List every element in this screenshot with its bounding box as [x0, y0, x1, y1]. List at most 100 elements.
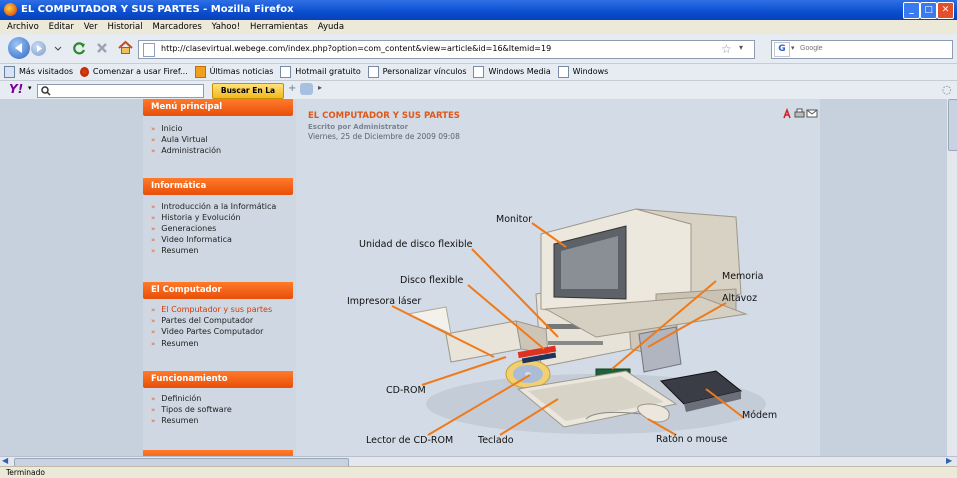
bullet-icon: »: [151, 247, 156, 255]
back-button[interactable]: [8, 37, 30, 59]
scroll-left-icon[interactable]: ◀: [2, 456, 8, 465]
bookmarks-toolbar: Más visitados Comenzar a usar Firef... Ú…: [0, 64, 957, 81]
chevron-down-icon: [54, 46, 62, 51]
window-title: EL COMPUTADOR Y SUS PARTES - Mozilla Fir…: [21, 4, 294, 15]
menu-header-principal: Menú principal: [143, 99, 293, 116]
menu-item-generaciones[interactable]: » Generaciones: [151, 224, 216, 233]
page-icon: [557, 65, 569, 78]
menu-archivo[interactable]: Archivo: [7, 22, 39, 32]
bullet-icon: »: [151, 214, 156, 222]
menu-item-definicion[interactable]: » Definición: [151, 394, 201, 403]
menu-item-aula-virtual[interactable]: » Aula Virtual: [151, 135, 208, 144]
menu-herramientas[interactable]: Herramientas: [250, 22, 308, 32]
yahoo-logo[interactable]: Y!: [9, 82, 23, 96]
left-menu-column: Menú principal » Inicio » Aula Virtual » Ad…: [143, 99, 296, 456]
bookmark-windows-media[interactable]: Windows Media: [488, 67, 550, 76]
reload-button[interactable]: [71, 40, 87, 59]
stop-icon: [97, 43, 107, 53]
stop-button[interactable]: [94, 40, 110, 59]
yahoo-search-button[interactable]: Buscar En La Web: [212, 83, 284, 109]
forward-button[interactable]: [31, 41, 46, 56]
menu-header-funcionamiento: Funcionamiento: [143, 371, 293, 388]
page-icon: [143, 43, 155, 57]
address-bar[interactable]: http://clasevirtual.webege.com/index.php…: [138, 40, 755, 59]
close-button[interactable]: ✕: [937, 2, 954, 19]
bullet-icon: »: [151, 317, 156, 325]
history-dropdown[interactable]: [53, 42, 63, 54]
bookmark-mas-visitados[interactable]: Más visitados: [19, 67, 73, 76]
bullet-icon: »: [151, 147, 156, 155]
yahoo-mail-icon[interactable]: [300, 83, 313, 95]
bookmark-hotmail[interactable]: Hotmail gratuito: [295, 67, 360, 76]
page-icon: [280, 65, 292, 78]
label-monitor: Monitor: [496, 214, 533, 225]
menu-item-historia[interactable]: » Historia y Evolución: [151, 213, 241, 222]
bullet-icon: »: [151, 125, 156, 133]
google-engine-icon[interactable]: G: [774, 42, 790, 57]
status-bar: Terminado: [0, 466, 957, 478]
menu-item-partes-computador[interactable]: » Partes del Computador: [151, 316, 253, 325]
url-dropdown-icon[interactable]: ▾: [739, 43, 743, 52]
bullet-icon: »: [151, 417, 156, 425]
menu-item-video-partes[interactable]: » Video Partes Computador: [151, 327, 263, 336]
yahoo-settings-icon[interactable]: ◌: [942, 83, 952, 96]
menu-header-informatica: Informática: [143, 178, 293, 195]
label-lector-cd: Lector de CD-ROM: [366, 435, 454, 446]
menu-ver[interactable]: Ver: [84, 22, 98, 32]
bookmark-windows[interactable]: Windows: [573, 67, 609, 76]
menu-editar[interactable]: Editar: [49, 22, 74, 32]
cd-disc-image: [505, 359, 551, 389]
label-modem: Módem: [742, 410, 778, 421]
search-box[interactable]: G ▾: [771, 40, 953, 59]
bookmark-personalizar[interactable]: Personalizar vínculos: [383, 67, 467, 76]
yahoo-dropdown-icon[interactable]: ▾: [28, 84, 32, 92]
article-content: EL COMPUTADOR Y SUS PARTES Escrito por A…: [296, 99, 820, 456]
menu-item-computador-partes[interactable]: » El Computador y sus partes: [151, 305, 272, 314]
bookmark-ultimas-noticias[interactable]: Últimas noticias: [210, 67, 274, 76]
bullet-icon: »: [151, 236, 156, 244]
menu-item-video-informatica[interactable]: » Video Informatica: [151, 235, 232, 244]
vertical-scrollbar[interactable]: [947, 99, 957, 456]
engine-dropdown-icon[interactable]: ▾: [791, 44, 795, 52]
label-cd-rom: CD-ROM: [386, 385, 426, 396]
star-bookmark-icon[interactable]: ☆: [721, 42, 732, 56]
menu-item-resumen-informatica[interactable]: » Resumen: [151, 246, 198, 255]
url-text: http://clasevirtual.webege.com/index.php…: [161, 44, 552, 53]
menu-item-resumen-funcionamiento[interactable]: » Resumen: [151, 416, 198, 425]
label-raton: Ratón o mouse: [656, 434, 728, 445]
search-icon: [41, 86, 51, 96]
yahoo-more-icon[interactable]: ▸: [318, 83, 322, 92]
menu-ayuda[interactable]: Ayuda: [318, 22, 344, 32]
label-teclado: Teclado: [478, 435, 514, 446]
menu-marcadores[interactable]: Marcadores: [153, 22, 202, 32]
vertical-scroll-thumb[interactable]: [948, 99, 957, 151]
scroll-right-icon[interactable]: ▶: [946, 456, 952, 465]
menu-historial[interactable]: Historial: [107, 22, 142, 32]
bullet-icon: »: [151, 328, 156, 336]
bullet-icon: »: [151, 395, 156, 403]
speaker-image: [638, 326, 682, 373]
search-input[interactable]: [800, 42, 948, 55]
label-unidad-disco: Unidad de disco flexible: [359, 239, 473, 250]
bullet-icon: »: [151, 340, 156, 348]
yahoo-add-icon[interactable]: +: [288, 83, 296, 94]
minimize-button[interactable]: _: [903, 2, 920, 19]
bookmark-comenzar[interactable]: Comenzar a usar Firef...: [93, 67, 188, 76]
firefox-logo-icon: [4, 3, 17, 16]
menu-item-resumen-computador[interactable]: » Resumen: [151, 339, 198, 348]
bullet-icon: »: [151, 203, 156, 211]
menu-item-introduccion[interactable]: » Introducción a la Informática: [151, 202, 276, 211]
menu-item-tipos-software[interactable]: » Tipos de software: [151, 405, 232, 414]
bullet-icon: »: [151, 136, 156, 144]
menu-header-computador: El Computador: [143, 282, 293, 299]
menu-item-inicio[interactable]: » Inicio: [151, 124, 182, 133]
menu-item-administracion[interactable]: » Administración: [151, 146, 221, 155]
most-visited-icon: [4, 65, 15, 78]
menu-yahoo[interactable]: Yahoo!: [212, 22, 240, 32]
maximize-button[interactable]: □: [920, 2, 937, 19]
bullet-icon: »: [151, 306, 156, 314]
home-button[interactable]: [117, 39, 134, 59]
label-impresora: Impresora láser: [347, 296, 422, 307]
bullet-icon: »: [151, 225, 156, 233]
yahoo-search-input[interactable]: [37, 84, 204, 98]
